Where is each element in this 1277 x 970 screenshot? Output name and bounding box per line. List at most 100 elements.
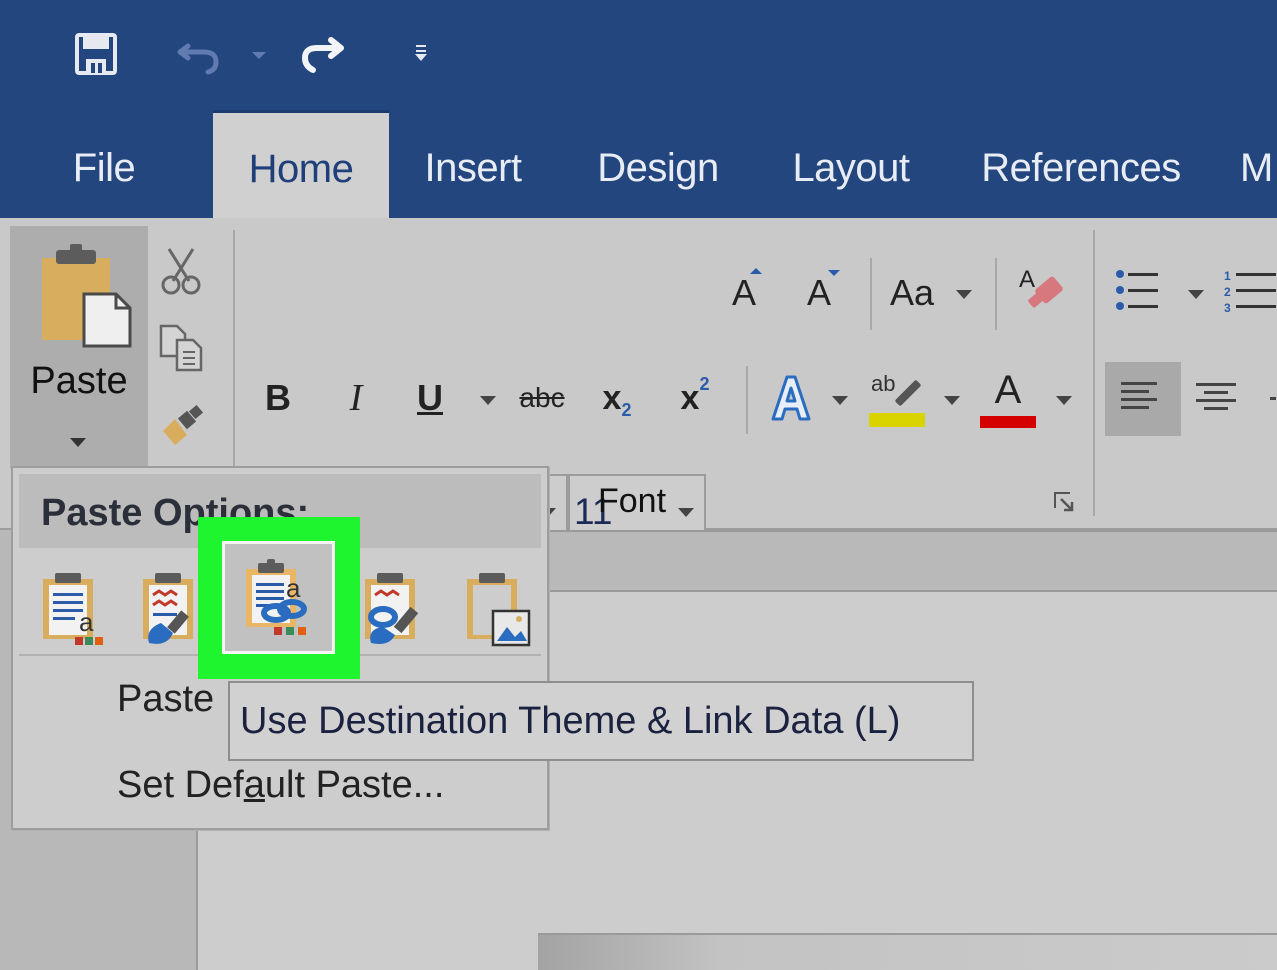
paste-button[interactable]: Paste	[10, 226, 148, 468]
font-dialog-launcher[interactable]	[1050, 488, 1078, 516]
ribbon-tabs: File Home Insert Design Layout Reference…	[0, 110, 1277, 218]
superscript-button[interactable]: x2	[672, 370, 718, 426]
highlight-dropdown[interactable]	[944, 396, 960, 405]
bold-button[interactable]: B	[258, 370, 298, 426]
save-icon	[75, 33, 117, 75]
change-case-icon: Aa	[890, 272, 935, 313]
align-left-icon	[1121, 382, 1157, 409]
copy-button[interactable]	[156, 322, 206, 374]
save-button[interactable]	[70, 30, 122, 78]
paste-option-picture[interactable]	[453, 560, 545, 658]
eraser-icon: A	[1019, 266, 1063, 308]
tab-file[interactable]: File	[52, 110, 156, 218]
paste-as-picture-icon	[467, 573, 531, 647]
font-color-button[interactable]: A	[978, 368, 1038, 430]
strikethrough-button[interactable]: abc	[514, 370, 570, 426]
text-effects-icon	[771, 375, 811, 421]
redo-icon	[301, 37, 344, 73]
tab-layout[interactable]: Layout	[776, 110, 926, 218]
font-color-letter: A	[994, 368, 1022, 412]
chevron-down-icon[interactable]	[678, 508, 694, 517]
font-color-dropdown[interactable]	[1056, 396, 1072, 405]
paste-icon	[42, 244, 132, 348]
paste-option-use-destination-theme-link-data[interactable]: a	[222, 541, 335, 654]
customize-qat-icon	[415, 45, 427, 61]
ruler-bar	[549, 530, 1277, 592]
customize-qat-button[interactable]	[408, 38, 434, 68]
superscript-base: x	[680, 378, 700, 417]
subscript-button[interactable]: x2	[594, 370, 640, 426]
tab-home[interactable]: Home	[213, 110, 389, 218]
keep-source-link-data-icon	[365, 573, 419, 644]
scissors-icon	[161, 248, 201, 295]
italic-button[interactable]: I	[336, 370, 376, 426]
keep-source-formatting-icon: a	[43, 573, 103, 645]
align-right-icon	[1269, 396, 1276, 400]
copy-icon	[159, 324, 203, 372]
numbered-list-icon: 1 2 3	[1224, 269, 1276, 312]
underline-dropdown[interactable]	[480, 396, 496, 405]
paste-option-keep-source-formatting[interactable]: a	[29, 560, 121, 658]
undo-button[interactable]	[172, 30, 228, 78]
tab-design[interactable]: Design	[580, 110, 736, 218]
clear-formatting-button[interactable]: A	[1016, 262, 1072, 318]
menu-text: Set Def	[117, 764, 244, 806]
subscript-digit: 2	[621, 399, 632, 420]
highlight-text: ab	[871, 371, 895, 396]
separator	[995, 258, 997, 330]
grow-font-button[interactable]: A	[722, 268, 766, 318]
bullets-button[interactable]	[1112, 262, 1166, 318]
shrink-font-button[interactable]: A	[796, 268, 842, 318]
redo-button[interactable]	[294, 28, 350, 78]
align-left-button[interactable]	[1105, 362, 1181, 436]
paste-special-menu-item[interactable]: Paste	[117, 678, 214, 721]
caret-up-icon	[750, 268, 762, 274]
separator	[870, 258, 872, 330]
superscript-digit: 2	[699, 373, 710, 394]
group-separator	[1093, 230, 1095, 516]
chevron-down-icon	[956, 290, 972, 299]
separator	[746, 366, 748, 434]
align-right-button[interactable]	[1268, 378, 1277, 418]
change-case-button[interactable]: Aa	[890, 268, 980, 318]
paste-option-keep-source-link-data[interactable]	[351, 560, 443, 658]
underline-button[interactable]: U	[410, 370, 450, 426]
paste-chevron-down-icon[interactable]	[70, 438, 86, 447]
tab-insert[interactable]: Insert	[404, 110, 542, 218]
undo-dropdown[interactable]	[246, 40, 272, 70]
highlight-button[interactable]: ab	[866, 368, 928, 430]
format-painter-button[interactable]	[156, 400, 210, 450]
svg-text:1: 1	[1224, 269, 1231, 283]
font-color-swatch	[980, 416, 1036, 428]
set-default-paste-menu-item[interactable]: Set Default Paste...	[117, 764, 444, 807]
chevron-down-icon	[252, 51, 266, 59]
svg-text:2: 2	[1224, 285, 1231, 299]
numbering-button[interactable]: 1 2 3	[1224, 262, 1277, 318]
undo-icon	[177, 43, 219, 75]
menu-accelerator: a	[243, 764, 265, 806]
text-effects-dropdown[interactable]	[832, 396, 848, 405]
subscript-base: x	[602, 378, 622, 417]
shrink-font-icon: A	[806, 272, 831, 313]
bullet-list-icon	[1116, 270, 1158, 310]
svg-text:A: A	[1019, 266, 1035, 293]
title-bar: File Home Insert Design Layout Reference…	[0, 0, 1277, 218]
paste-label: Paste	[30, 360, 128, 402]
menu-text: ult Paste...	[264, 764, 445, 806]
group-separator	[233, 230, 235, 500]
tab-mailings[interactable]: M	[1240, 110, 1277, 218]
align-center-icon	[1196, 383, 1236, 410]
document-page	[538, 933, 1277, 970]
svg-text:a: a	[286, 573, 301, 603]
svg-text:3: 3	[1224, 301, 1231, 312]
align-center-button[interactable]	[1192, 378, 1240, 418]
dialog-launcher-icon	[1054, 492, 1074, 512]
font-group-label: Font	[598, 482, 667, 520]
use-destination-theme-link-data-icon: a	[245, 558, 307, 635]
bullets-dropdown[interactable]	[1188, 290, 1204, 299]
cut-button[interactable]	[156, 246, 206, 296]
text-effects-button[interactable]	[768, 368, 814, 428]
tab-references[interactable]: References	[966, 110, 1196, 218]
tooltip: Use Destination Theme & Link Data (L)	[228, 681, 974, 761]
caret-down-icon	[828, 270, 840, 276]
